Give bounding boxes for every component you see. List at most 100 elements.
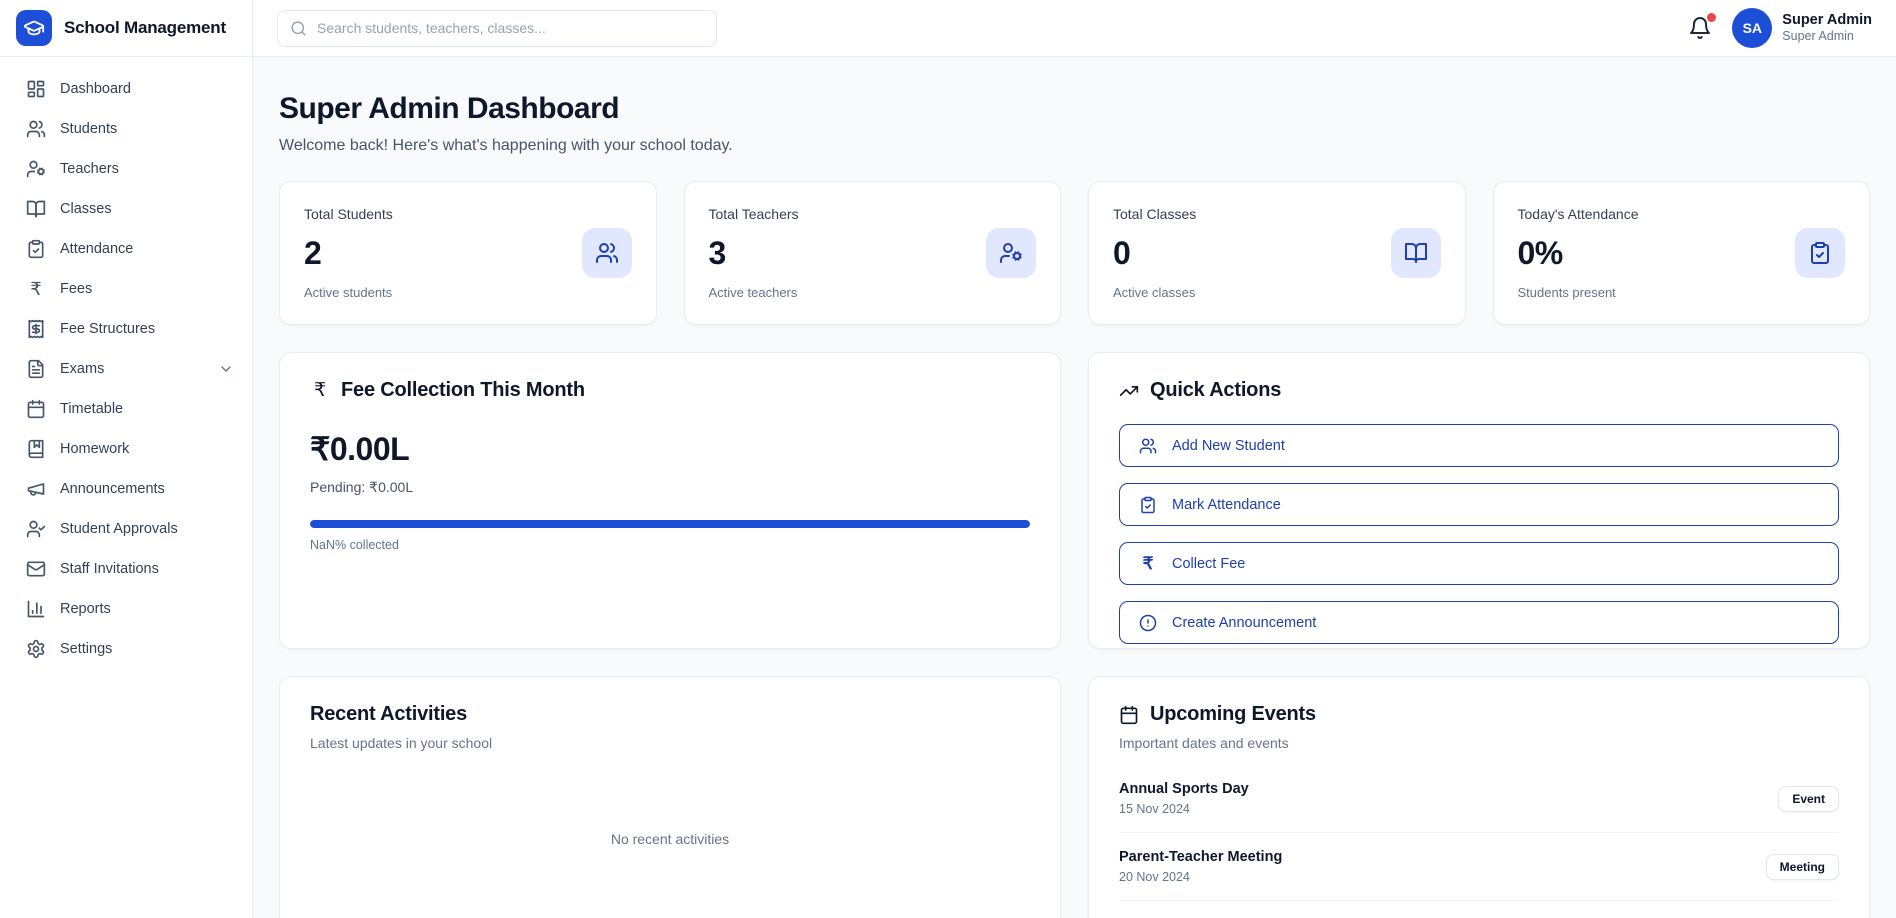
stat-label: Total Teachers: [709, 206, 1037, 222]
sidebar-item[interactable]: Dashboard: [0, 69, 252, 109]
sidebar-item-label: Homework: [60, 441, 129, 457]
user-role: Super Admin: [1782, 29, 1872, 45]
settings-icon: [26, 639, 46, 659]
classes-icon: [1391, 228, 1441, 278]
quick-actions-title: Quick Actions: [1150, 379, 1281, 402]
timetable-icon: [26, 399, 46, 419]
event-tag-badge: Meeting: [1766, 854, 1839, 880]
search-icon: [290, 20, 307, 37]
bottom-row: Recent Activities Latest updates in your…: [279, 676, 1870, 918]
attendance-icon: [1139, 496, 1157, 514]
event-date: 15 Nov 2024: [1119, 802, 1249, 816]
stat-card: Today's Attendance 0% Students present: [1493, 181, 1871, 325]
stat-sublabel: Students present: [1518, 285, 1846, 300]
sidebar-item[interactable]: Reports: [0, 589, 252, 629]
stat-sublabel: Active teachers: [709, 285, 1037, 300]
sidebar-item[interactable]: Staff Invitations: [0, 549, 252, 589]
sidebar-item-label: Timetable: [60, 401, 123, 417]
sidebar-item-label: Attendance: [60, 241, 133, 257]
event-row: Parent-Teacher Meeting 20 Nov 2024 Meeti…: [1119, 833, 1839, 901]
sidebar-item[interactable]: Attendance: [0, 229, 252, 269]
recent-activities-title: Recent Activities: [310, 703, 467, 726]
sidebar-item[interactable]: Teachers: [0, 149, 252, 189]
topbar-right: SA Super Admin Super Admin: [1688, 8, 1872, 48]
middle-row: ₹ Fee Collection This Month ₹0.00L Pendi…: [279, 352, 1870, 649]
sidebar-item-label: Dashboard: [60, 81, 131, 97]
sidebar-item-label: Student Approvals: [60, 521, 178, 537]
empty-state-message: No recent activities: [310, 831, 1030, 847]
attendance-icon: [26, 239, 46, 259]
sidebar-item-label: Teachers: [60, 161, 119, 177]
sidebar: Dashboard Students Teachers Classes: [0, 57, 253, 918]
brand-header: School Management: [0, 0, 253, 57]
sidebar-item[interactable]: Students: [0, 109, 252, 149]
fee-card-title: Fee Collection This Month: [341, 379, 585, 402]
announcements-icon: [26, 479, 46, 499]
user-menu[interactable]: SA Super Admin Super Admin: [1732, 8, 1872, 48]
quick-actions-list: Add New Student Mark Attendance ₹ Collec…: [1119, 424, 1839, 644]
students-icon: [1139, 437, 1157, 455]
stat-sublabel: Active classes: [1113, 285, 1441, 300]
sidebar-item[interactable]: Announcements: [0, 469, 252, 509]
app-window: School Management SA Super Admin Super A…: [0, 0, 1896, 918]
teachers-icon: [986, 228, 1036, 278]
quick-action-button[interactable]: Mark Attendance: [1119, 483, 1839, 526]
sidebar-item[interactable]: Settings: [0, 629, 252, 669]
upcoming-events-subtitle: Important dates and events: [1119, 735, 1839, 751]
stat-sublabel: Active students: [304, 285, 632, 300]
fee-amount: ₹0.00L: [310, 430, 1030, 468]
calendar-icon: [1119, 705, 1139, 725]
sidebar-item[interactable]: Exams: [0, 349, 252, 389]
rupee-icon: ₹: [1139, 555, 1157, 573]
quick-action-label: Add New Student: [1172, 438, 1285, 454]
sidebar-item-label: Classes: [60, 201, 112, 217]
brand-name: School Management: [64, 18, 226, 38]
quick-action-label: Create Announcement: [1172, 615, 1316, 631]
fee-progress-track: [310, 520, 1030, 528]
notification-dot: [1707, 13, 1716, 22]
quick-actions-card: Quick Actions Add New Student Mark Atten…: [1088, 352, 1870, 649]
sidebar-item[interactable]: Homework: [0, 429, 252, 469]
attendance-icon: [1795, 228, 1845, 278]
events-list: Annual Sports Day 15 Nov 2024 Event Pare…: [1119, 765, 1839, 918]
fee-progress-bar: [310, 520, 1030, 528]
event-name: Annual Sports Day: [1119, 781, 1249, 797]
sidebar-item-label: Announcements: [60, 481, 165, 497]
trending-up-icon: [1119, 381, 1139, 401]
chevron-down-icon: [218, 361, 234, 377]
dashboard-icon: [26, 79, 46, 99]
sidebar-item-label: Fees: [60, 281, 92, 297]
rupee-icon: ₹: [26, 279, 46, 299]
sidebar-item[interactable]: Student Approvals: [0, 509, 252, 549]
event-row: Annual Sports Day 15 Nov 2024 Event: [1119, 765, 1839, 833]
app-logo: [16, 10, 52, 46]
graduation-cap-icon: [23, 17, 45, 39]
search-box[interactable]: [277, 10, 717, 47]
teachers-icon: [26, 159, 46, 179]
reports-icon: [26, 599, 46, 619]
page-title: Super Admin Dashboard: [279, 92, 1870, 126]
quick-action-button[interactable]: Add New Student: [1119, 424, 1839, 467]
stat-label: Total Students: [304, 206, 632, 222]
invitations-icon: [26, 559, 46, 579]
stats-row: Total Students 2 Active students Total T…: [279, 181, 1870, 325]
quick-action-button[interactable]: Create Announcement: [1119, 601, 1839, 644]
exams-icon: [26, 359, 46, 379]
search-input[interactable]: [317, 20, 704, 36]
fee-structures-icon: [26, 319, 46, 339]
recent-activities-card: Recent Activities Latest updates in your…: [279, 676, 1061, 918]
event-tag-badge: Event: [1778, 786, 1839, 812]
sidebar-item[interactable]: Timetable: [0, 389, 252, 429]
main-content: Super Admin Dashboard Welcome back! Here…: [253, 57, 1896, 918]
sidebar-item[interactable]: Classes: [0, 189, 252, 229]
approvals-icon: [26, 519, 46, 539]
quick-action-button[interactable]: ₹ Collect Fee: [1119, 542, 1839, 585]
notifications-button[interactable]: [1688, 16, 1712, 40]
event-name: Parent-Teacher Meeting: [1119, 849, 1282, 865]
students-icon: [582, 228, 632, 278]
homework-icon: [26, 439, 46, 459]
avatar[interactable]: SA: [1732, 8, 1772, 48]
alert-circle-icon: [1139, 614, 1157, 632]
sidebar-item[interactable]: ₹ Fees: [0, 269, 252, 309]
sidebar-item[interactable]: Fee Structures: [0, 309, 252, 349]
